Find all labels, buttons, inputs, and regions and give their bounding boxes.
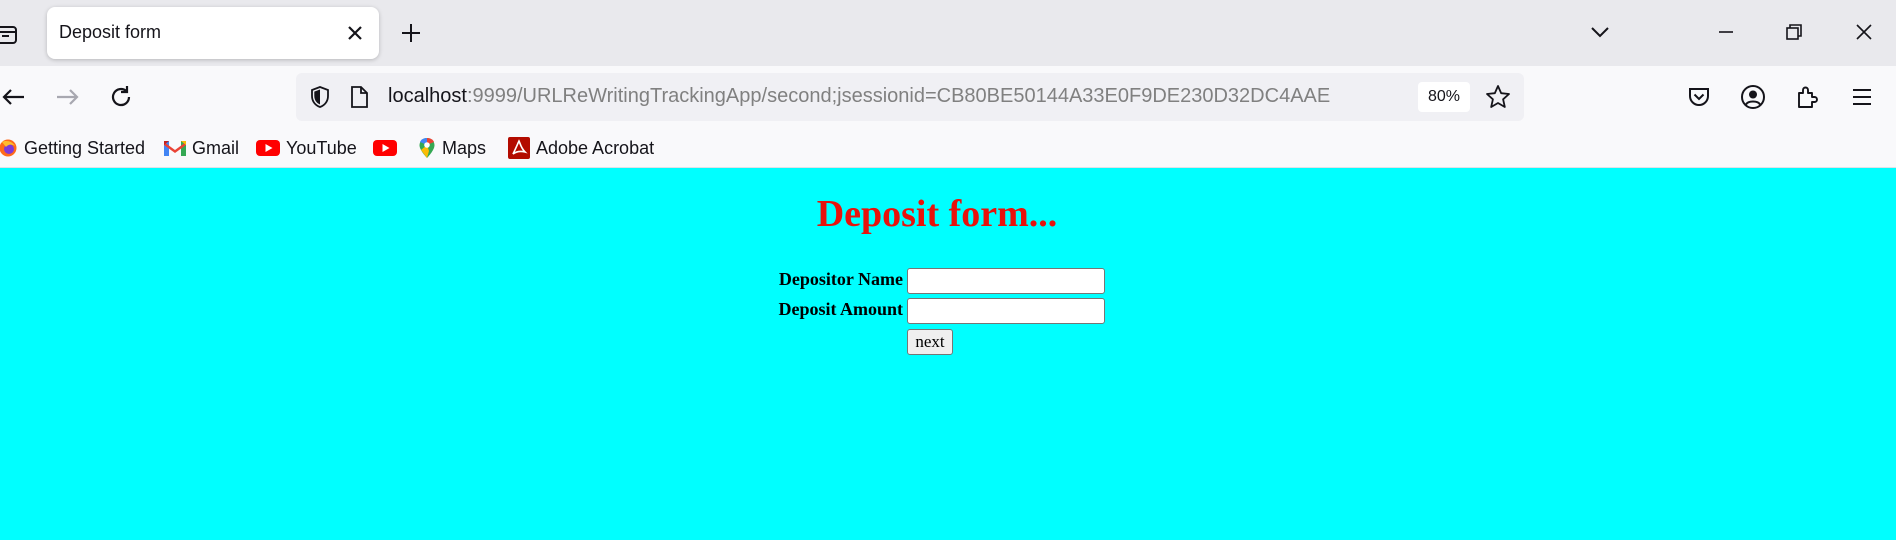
tab-title: Deposit form <box>59 22 162 42</box>
url-path: :9999/URLReWritingTrackingApp/second;jse… <box>466 85 1331 107</box>
firefox-view-icon[interactable] <box>0 24 20 46</box>
bookmark-label: YouTube <box>286 137 357 158</box>
bookmark-label: Maps <box>442 137 487 158</box>
firefox-icon <box>0 139 17 157</box>
bookmark-star-icon[interactable] <box>1484 83 1512 111</box>
bookmarks-toolbar: Getting Started Gmail YouTube Maps Adobe… <box>0 128 1896 168</box>
url-host: localhost <box>388 85 467 107</box>
forward-arrow-icon[interactable] <box>53 83 81 111</box>
bookmark-maps[interactable]: Maps <box>418 136 486 160</box>
page-title: Deposit form... <box>816 193 1058 235</box>
depositor-name-label: Depositor Name <box>778 269 903 289</box>
bookmark-adobe-acrobat[interactable]: Adobe Acrobat <box>508 136 654 160</box>
bookmark-label: Gmail <box>192 137 240 158</box>
gmail-icon <box>164 141 186 156</box>
youtube-icon <box>256 140 280 156</box>
tab-strip: Deposit form <box>0 0 1896 66</box>
bookmark-label: Adobe Acrobat <box>536 137 655 158</box>
youtube-icon <box>373 140 397 156</box>
bookmark-label: Getting Started <box>24 137 146 158</box>
new-tab-icon[interactable] <box>398 20 424 46</box>
hamburger-menu-icon[interactable] <box>1848 83 1876 111</box>
depositor-name-input[interactable] <box>907 268 1105 294</box>
reload-icon[interactable] <box>107 83 135 111</box>
next-button[interactable]: next <box>907 329 953 355</box>
zoom-level-button[interactable]: 80% <box>1418 82 1470 112</box>
bookmark-gmail[interactable]: Gmail <box>164 136 239 160</box>
extensions-icon[interactable] <box>1793 83 1821 111</box>
page-content: Deposit form... Depositor Name Deposit A… <box>0 169 1896 540</box>
address-bar[interactable]: localhost:9999/URLReWritingTrackingApp/s… <box>296 73 1524 121</box>
pocket-icon[interactable] <box>1685 83 1713 111</box>
bookmark-getting-started[interactable]: Getting Started <box>0 136 145 160</box>
close-tab-icon[interactable] <box>343 21 367 45</box>
bookmark-youtube[interactable]: YouTube <box>256 136 357 160</box>
navigation-bar: localhost:9999/URLReWritingTrackingApp/s… <box>0 66 1896 128</box>
restore-icon[interactable] <box>1782 20 1806 44</box>
maps-icon <box>419 138 435 158</box>
back-arrow-icon[interactable] <box>0 83 28 111</box>
deposit-amount-label: Deposit Amount <box>778 299 903 319</box>
deposit-amount-input[interactable] <box>907 298 1105 324</box>
url-text[interactable]: localhost:9999/URLReWritingTrackingApp/s… <box>388 85 1330 108</box>
close-window-icon[interactable] <box>1852 20 1876 44</box>
minimize-icon[interactable] <box>1714 20 1738 44</box>
account-icon[interactable] <box>1739 83 1767 111</box>
active-tab[interactable]: Deposit form <box>47 7 379 59</box>
acrobat-icon <box>508 137 530 159</box>
shield-icon[interactable] <box>308 85 332 109</box>
page-info-icon[interactable] <box>348 85 370 109</box>
bookmark-youtube-2[interactable] <box>373 136 403 160</box>
chevron-down-icon[interactable] <box>1588 20 1612 44</box>
